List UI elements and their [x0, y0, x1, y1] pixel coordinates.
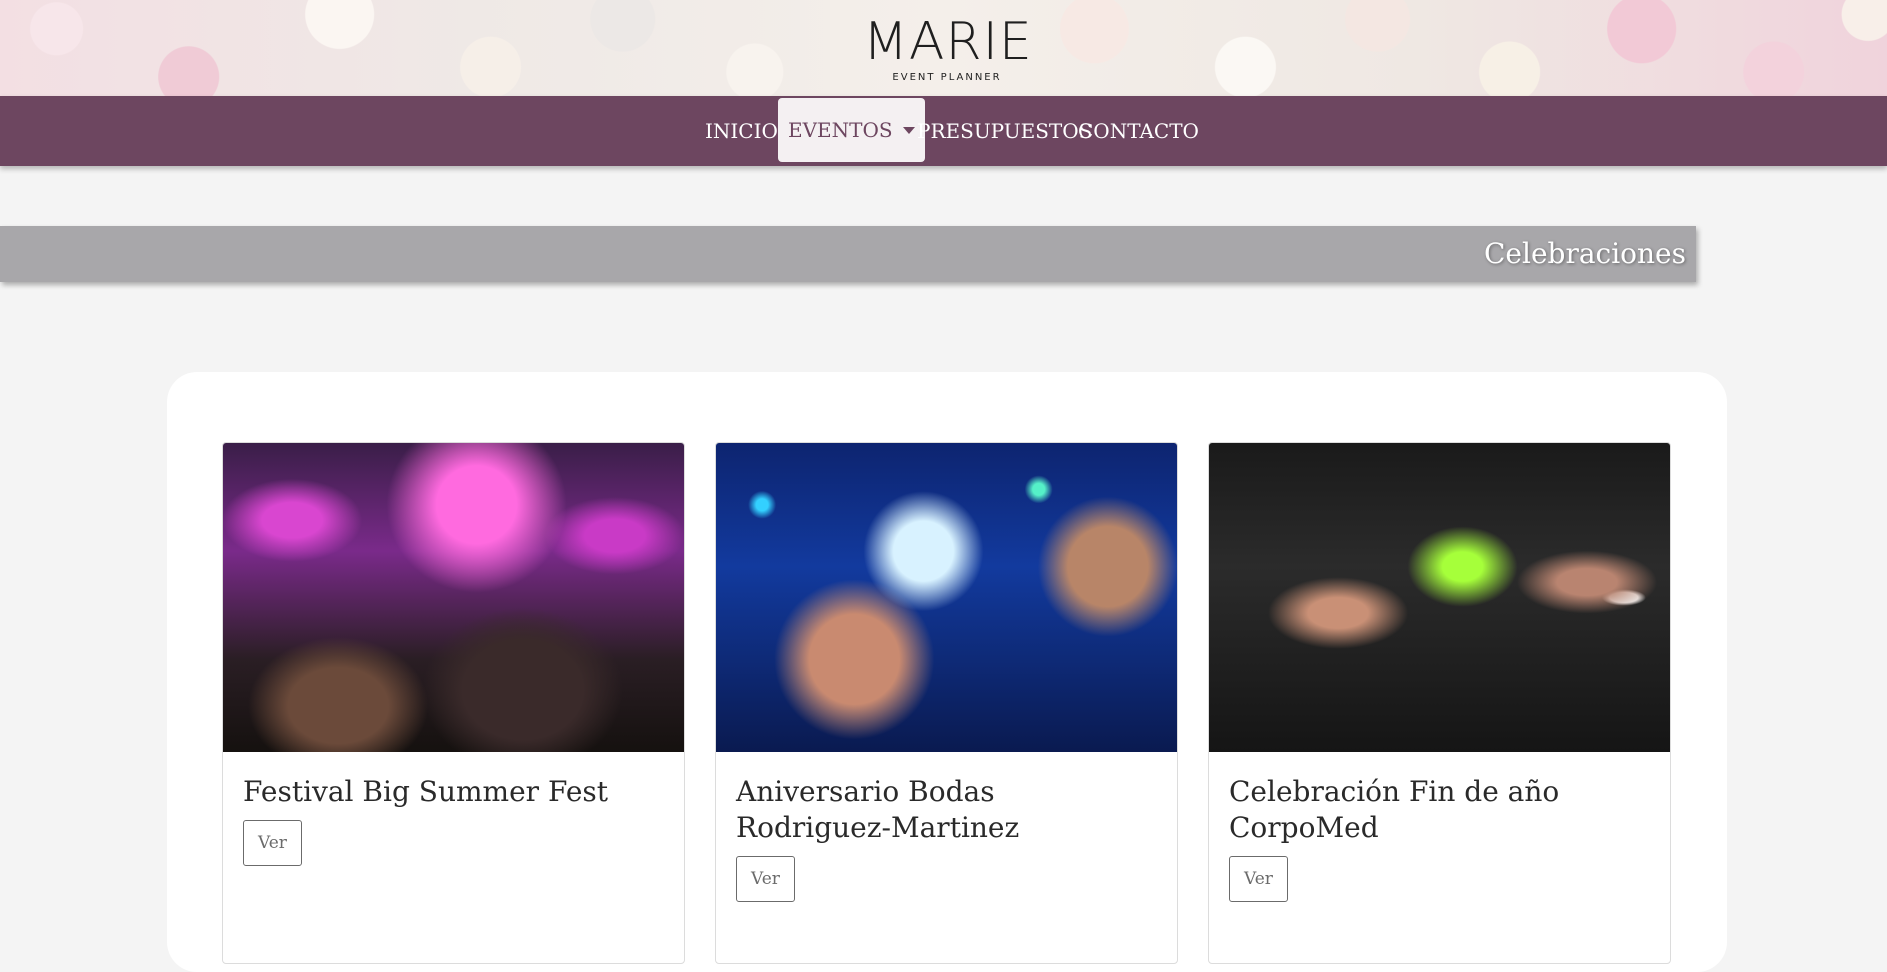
- event-title: Celebración Fin de año CorpoMed: [1229, 775, 1560, 844]
- brand-logo[interactable]: MARIE EVENT PLANNER: [863, 12, 1033, 83]
- brand-tagline: EVENT PLANNER: [892, 72, 1002, 83]
- caret-down-icon: [902, 127, 915, 134]
- view-button[interactable]: Ver: [243, 820, 302, 866]
- event-image-celebracion: [1209, 443, 1670, 752]
- view-button[interactable]: Ver: [1229, 856, 1288, 902]
- section-title: Celebraciones: [1484, 237, 1686, 270]
- floral-header: MARIE EVENT PLANNER: [0, 0, 1887, 96]
- event-card: Festival Big Summer Fest Ver: [222, 442, 685, 964]
- event-image-aniversario: [716, 443, 1177, 752]
- section-banner: Celebraciones: [0, 226, 1696, 282]
- nav-item-presupuestos[interactable]: PRESUPUESTOS: [917, 96, 1092, 166]
- brand-name: MARIE: [863, 12, 1033, 72]
- event-card: Celebración Fin de año CorpoMed Ver: [1208, 442, 1671, 964]
- event-title: Festival Big Summer Fest: [243, 775, 609, 808]
- event-card: Aniversario Bodas Rodriguez-Martinez Ver: [715, 442, 1178, 964]
- event-title: Aniversario Bodas Rodriguez-Martinez: [736, 775, 1020, 844]
- nav-item-contacto[interactable]: CONTACTO: [1078, 96, 1199, 166]
- event-image-festival: [223, 443, 684, 752]
- nav-item-inicio[interactable]: INICIO: [705, 96, 778, 166]
- nav-item-eventos[interactable]: EVENTOS: [778, 98, 925, 162]
- view-button[interactable]: Ver: [736, 856, 795, 902]
- main-nav: INICIO EVENTOS PRESUPUESTOS CONTACTO: [0, 96, 1887, 166]
- nav-item-eventos-label: EVENTOS: [788, 118, 893, 142]
